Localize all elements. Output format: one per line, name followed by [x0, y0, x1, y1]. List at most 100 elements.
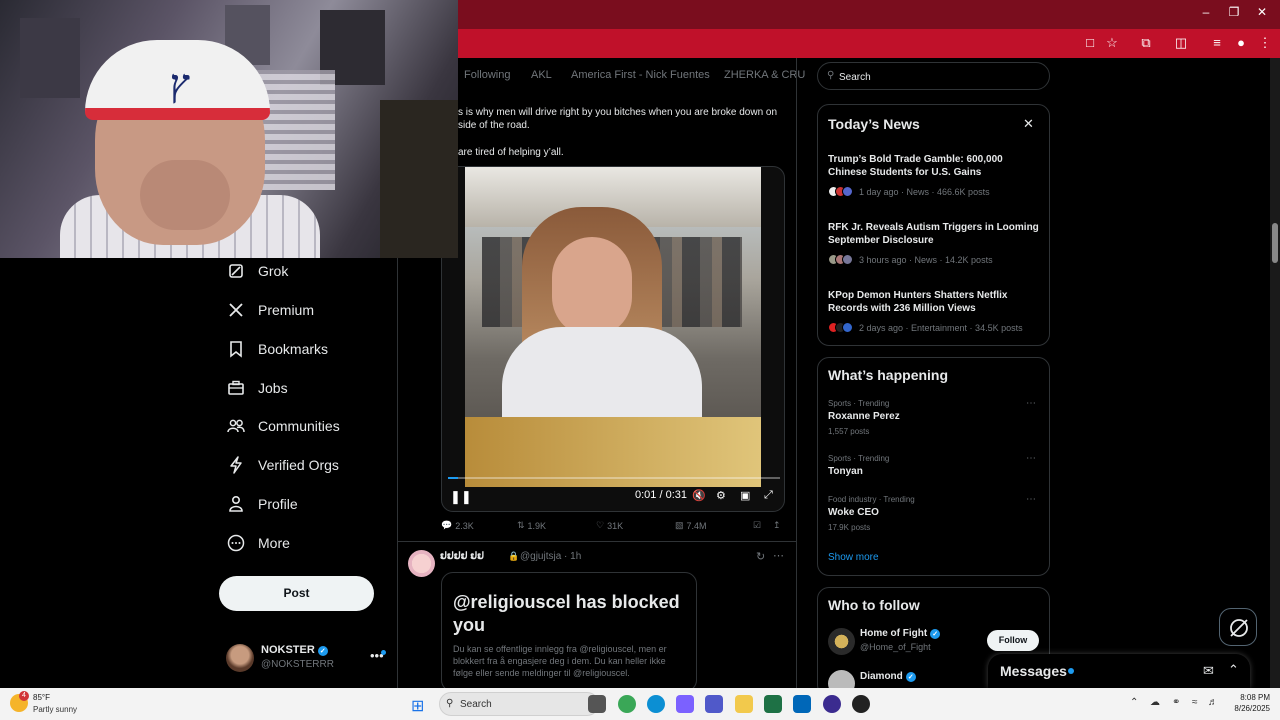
- nav-label: Communities: [258, 418, 340, 434]
- tab-akl[interactable]: AKL: [531, 69, 552, 81]
- news-headline[interactable]: RFK Jr. Reveals Autism Triggers in Loomi…: [828, 221, 1043, 247]
- chrome-icon[interactable]: [618, 695, 636, 713]
- nav-premium[interactable]: Premium: [226, 297, 396, 323]
- follow-suggestion-name[interactable]: Home of Fight ✓: [860, 628, 941, 639]
- show-more-link[interactable]: Show more: [828, 552, 879, 563]
- close-window-icon[interactable]: ✕: [1252, 5, 1272, 19]
- account-switcher[interactable]: NOKSTER ✓ @NOKSTERRR •••: [226, 642, 391, 678]
- taskbar-search[interactable]: ⚲ Search: [439, 692, 599, 716]
- trend-topic[interactable]: Roxanne Perez: [828, 411, 900, 422]
- store-icon[interactable]: [793, 695, 811, 713]
- new-message-icon[interactable]: ✉: [1203, 663, 1214, 679]
- cloud-icon[interactable]: ☁: [1150, 697, 1160, 708]
- nav-verified-orgs[interactable]: Verified Orgs: [226, 452, 396, 478]
- teams-icon[interactable]: [705, 695, 723, 713]
- nav-label: Verified Orgs: [258, 457, 339, 473]
- nav-more[interactable]: More: [226, 530, 396, 556]
- video-progress-bar[interactable]: [448, 477, 780, 479]
- grok-fab-button[interactable]: [1219, 608, 1257, 646]
- news-headline[interactable]: Trump’s Bold Trade Gamble: 600,000 Chine…: [828, 153, 1043, 179]
- task-view-icon[interactable]: [588, 695, 606, 713]
- trend-more-icon[interactable]: ⋯: [1026, 398, 1036, 409]
- bookmark-post-icon[interactable]: ☑: [753, 520, 761, 531]
- browser-menu-icon[interactable]: ⋮: [1256, 35, 1274, 51]
- windows-start-icon[interactable]: ⊞: [411, 696, 424, 716]
- verified-badge-icon: ✓: [317, 646, 328, 656]
- trend-category: Food industry · Trending: [828, 495, 915, 504]
- messages-drawer[interactable]: Messages ✉ ⌃: [988, 654, 1250, 688]
- views-button[interactable]: ▧ 7.4M: [675, 520, 707, 531]
- obs-icon[interactable]: [852, 695, 870, 713]
- search-input[interactable]: [839, 68, 1039, 86]
- follow-button[interactable]: Follow: [987, 630, 1039, 651]
- post-author-name[interactable]: ຢຢຢຢ ຢຢ: [440, 551, 484, 562]
- people-icon: [226, 416, 246, 436]
- share-icon[interactable]: ↥: [773, 520, 781, 531]
- search-icon: ⚲: [446, 698, 454, 709]
- picture-in-picture-icon[interactable]: ▣: [740, 489, 750, 502]
- reading-list-icon[interactable]: ≡: [1208, 35, 1226, 50]
- like-button[interactable]: ♡ 31K: [596, 520, 623, 531]
- excel-icon[interactable]: [764, 695, 782, 713]
- grok-explain-icon[interactable]: ↻: [756, 550, 765, 563]
- weather-desc[interactable]: Partly sunny: [33, 705, 77, 714]
- chevron-up-icon[interactable]: ⌃: [1130, 697, 1138, 708]
- nav-profile[interactable]: Profile: [226, 491, 396, 517]
- nav-bookmarks[interactable]: Bookmarks: [226, 336, 396, 362]
- minimize-icon[interactable]: –: [1196, 5, 1216, 19]
- mute-icon[interactable]: 🔇: [692, 489, 706, 502]
- fullscreen-icon[interactable]: ⤢: [764, 489, 773, 502]
- star-icon[interactable]: ☆: [1103, 35, 1121, 51]
- wifi-icon[interactable]: ≈: [1192, 697, 1198, 708]
- split-screen-icon[interactable]: ◫: [1172, 35, 1190, 51]
- todays-news-card: Today’s News ✕ Trump’s Bold Trade Gamble…: [817, 104, 1050, 346]
- weather-temp[interactable]: 85°F: [33, 693, 50, 702]
- post-time[interactable]: 1h: [570, 551, 581, 562]
- pause-icon[interactable]: ❚❚: [450, 489, 472, 505]
- chevron-up-icon[interactable]: ⌃: [1228, 662, 1239, 678]
- file-explorer-icon[interactable]: [735, 695, 753, 713]
- app-icon[interactable]: [823, 695, 841, 713]
- x-logo-icon: [226, 300, 246, 320]
- microphone-icon[interactable]: ⚭: [1172, 697, 1180, 708]
- post-author-handle[interactable]: @gjujtsja: [520, 551, 561, 562]
- trend-more-icon[interactable]: ⋯: [1026, 453, 1036, 464]
- trend-more-icon[interactable]: ⋯: [1026, 494, 1036, 505]
- account-name-text: NOKSTER: [261, 644, 315, 656]
- restore-icon[interactable]: ❐: [1224, 5, 1244, 19]
- nav-jobs[interactable]: Jobs: [226, 375, 396, 401]
- tab-america-first[interactable]: America First - Nick Fuentes: [571, 69, 710, 81]
- avatar[interactable]: [828, 628, 855, 655]
- blocked-body: Du kan se offentlige innlegg fra @religi…: [453, 644, 667, 678]
- scrollbar-thumb[interactable]: [1272, 223, 1278, 263]
- trend-topic[interactable]: Woke CEO: [828, 507, 879, 518]
- edge-icon[interactable]: [647, 695, 665, 713]
- repost-button[interactable]: ⇅ 1.9K: [517, 520, 546, 531]
- search-box[interactable]: ⚲: [817, 62, 1050, 90]
- tab-following[interactable]: Following: [464, 69, 510, 81]
- lock-icon: 🔒: [508, 551, 520, 561]
- news-headline[interactable]: KPop Demon Hunters Shatters Netflix Reco…: [828, 289, 1043, 315]
- volume-icon[interactable]: ♬: [1208, 697, 1218, 708]
- tab-zherka[interactable]: ZHERKA & CRU: [724, 69, 805, 81]
- news-meta: 1 day ago · News · 466.6K posts: [828, 186, 990, 197]
- extensions-icon[interactable]: ⧉: [1137, 35, 1155, 51]
- copilot-icon[interactable]: [676, 695, 694, 713]
- close-icon[interactable]: ✕: [1023, 116, 1034, 132]
- follow-suggestion-name[interactable]: Diamond ✓: [860, 671, 916, 682]
- install-app-icon[interactable]: □: [1081, 35, 1099, 50]
- trend-posts: 1,557 posts: [828, 427, 870, 436]
- post-button[interactable]: Post: [219, 576, 374, 611]
- trend-topic[interactable]: Tonyan: [828, 466, 863, 477]
- briefcase-icon: [226, 378, 246, 398]
- post-more-icon[interactable]: ⋯: [773, 549, 784, 562]
- settings-gear-icon[interactable]: ⚙: [716, 489, 726, 502]
- video-player[interactable]: ❚❚ 0:01 / 0:31 🔇 ⚙ ▣ ⤢: [441, 166, 785, 512]
- nav-grok[interactable]: Grok: [226, 258, 396, 284]
- reply-button[interactable]: 💬 2.3K: [441, 520, 474, 531]
- system-clock[interactable]: 8:08 PM 8/26/2025: [1226, 692, 1270, 714]
- nav-communities[interactable]: Communities: [226, 413, 396, 439]
- page-scrollbar[interactable]: [1270, 58, 1280, 688]
- profile-avatar-icon[interactable]: ●: [1232, 35, 1250, 50]
- avatar[interactable]: [408, 550, 435, 577]
